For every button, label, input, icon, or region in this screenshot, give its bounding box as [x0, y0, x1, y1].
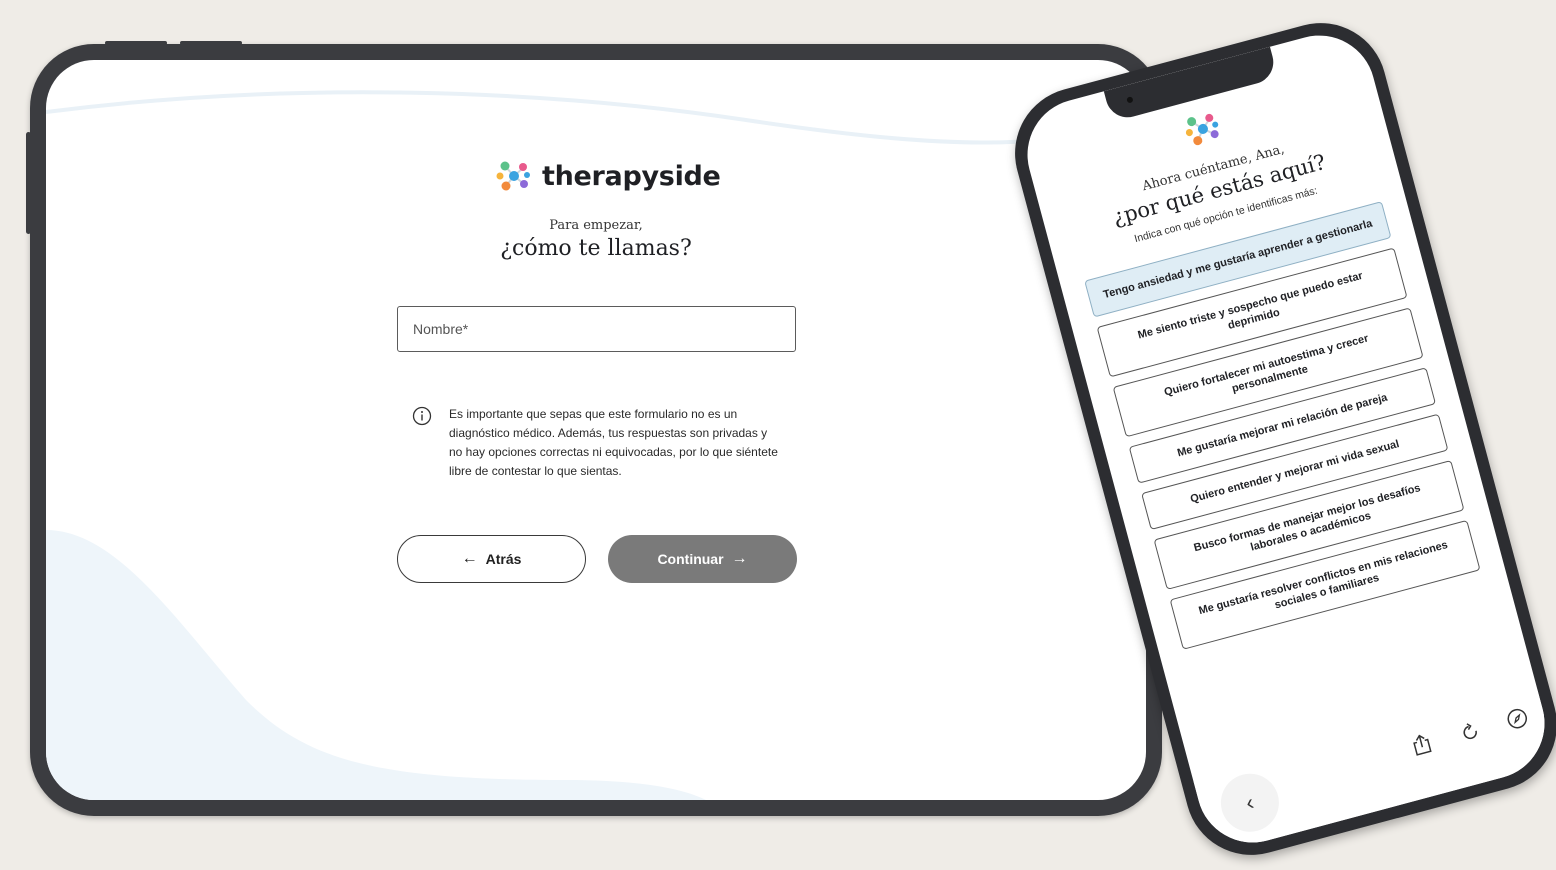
browser-toolbar: ‹: [1193, 689, 1556, 856]
back-button-label: Atrás: [485, 551, 522, 567]
reason-options: Tengo ansiedad y me gustaría aprender a …: [1084, 201, 1483, 659]
continue-button[interactable]: Continuar →: [608, 535, 797, 583]
compass-icon[interactable]: [1504, 705, 1531, 732]
therapyside-logo: therapyside: [496, 158, 721, 194]
back-button[interactable]: ← Atrás: [397, 535, 586, 583]
disclaimer-text: Es importante que sepas que este formula…: [449, 407, 778, 478]
share-icon[interactable]: [1409, 731, 1434, 757]
arrow-left-icon: ←: [461, 550, 478, 567]
info-circle-icon: [412, 406, 432, 426]
name-input[interactable]: [397, 306, 796, 352]
logo-text: therapyside: [542, 160, 721, 192]
page-title: ¿cómo te llamas?: [500, 236, 692, 261]
continue-button-label: Continuar: [657, 551, 724, 567]
tablet-screen: therapyside Para empezar, ¿cómo te llama…: [46, 60, 1146, 800]
page-subtitle: Para empezar,: [549, 218, 643, 233]
tablet-top-button-2: [180, 41, 242, 45]
reload-icon[interactable]: [1457, 718, 1482, 744]
chevron-left-icon: ‹: [1243, 789, 1257, 816]
logo-dots-icon: [496, 161, 530, 191]
tablet-top-button: [105, 41, 167, 45]
arrow-right-icon: →: [731, 550, 748, 567]
phone-logo-dots-icon: [1185, 113, 1219, 146]
tablet-side-button: [26, 132, 31, 234]
tablet-device: therapyside Para empezar, ¿cómo te llama…: [26, 41, 1162, 816]
browser-back-button[interactable]: ‹: [1214, 767, 1286, 839]
